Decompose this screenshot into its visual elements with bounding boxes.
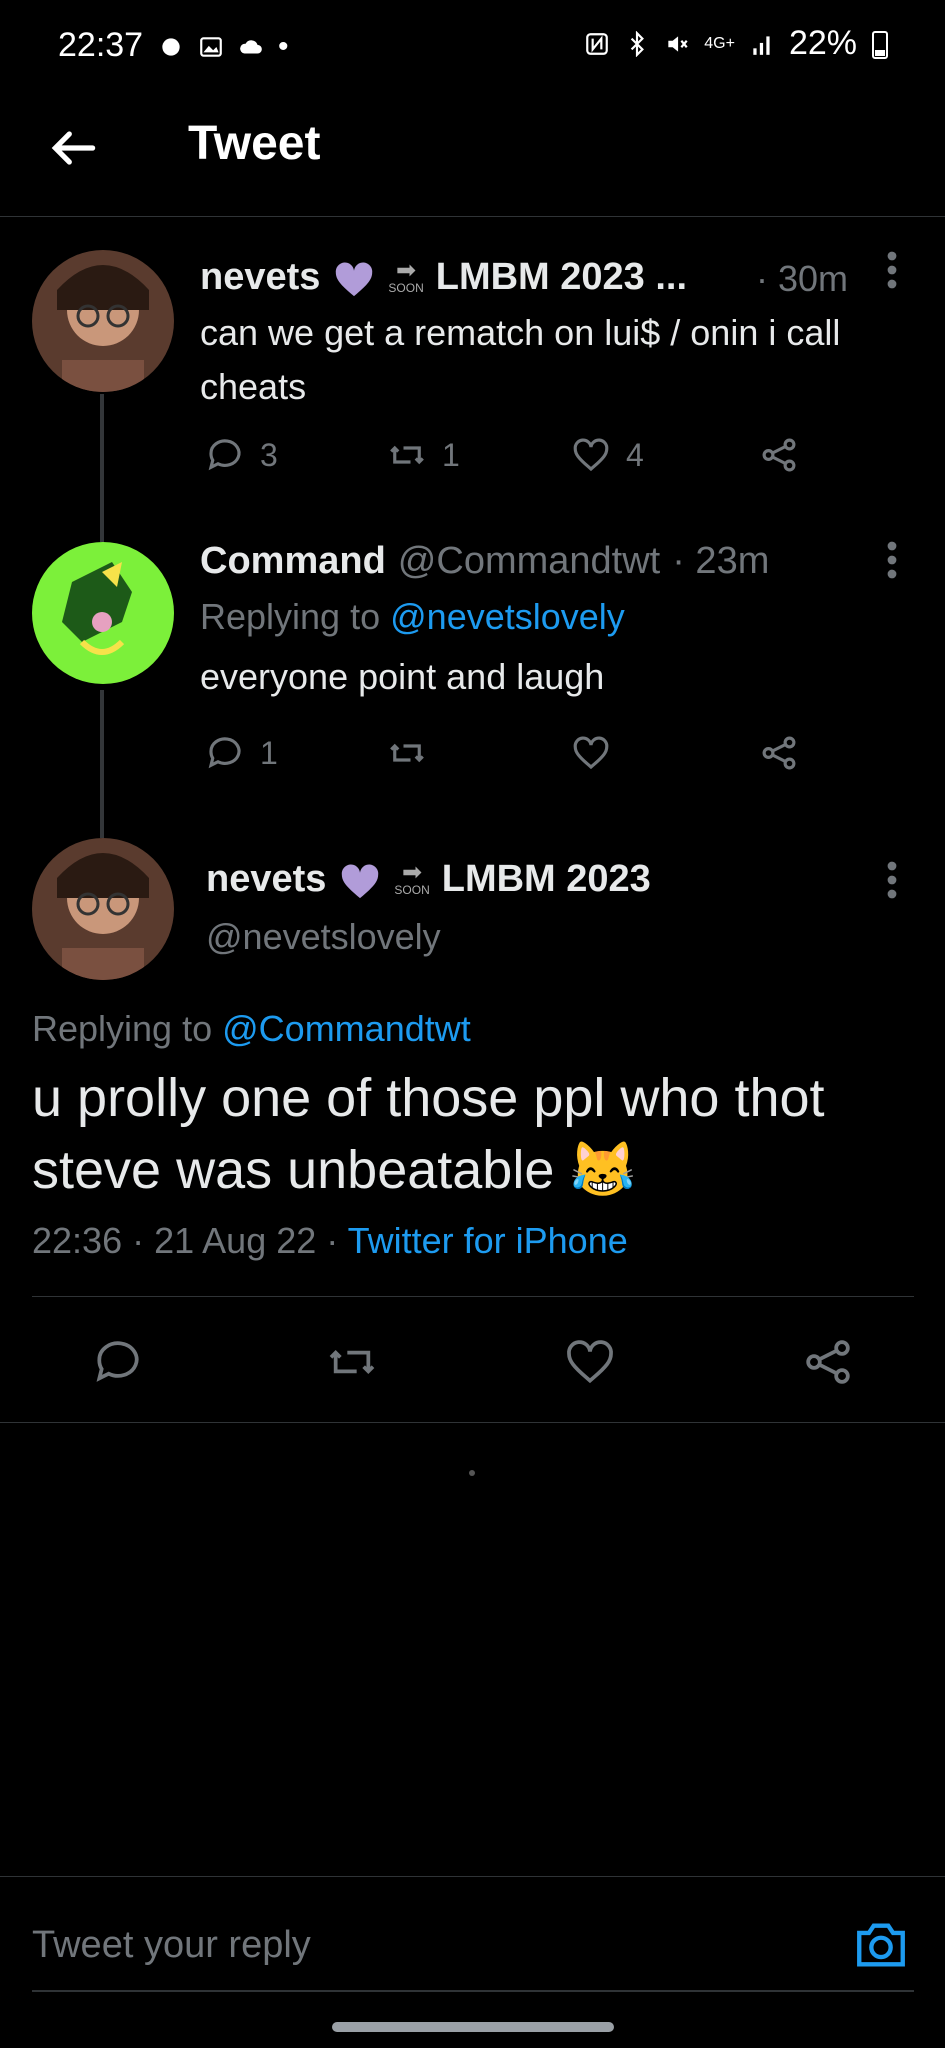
soon-arrow-icon: ➡ SOON	[394, 858, 430, 897]
like-button[interactable]	[570, 732, 612, 774]
retweet-icon	[390, 445, 424, 465]
tweet-source-link[interactable]: Twitter for iPhone	[348, 1220, 628, 1261]
more-options-icon[interactable]	[884, 540, 900, 580]
share-button[interactable]	[758, 732, 800, 774]
tweet-header-2: Command @Commandtwt · 23m	[200, 540, 769, 583]
reply-button[interactable]: 1	[204, 732, 278, 774]
nfc-icon	[586, 32, 609, 55]
avatar-nevets[interactable]	[32, 250, 174, 392]
more-options-icon[interactable]	[884, 860, 900, 900]
dot-icon: •	[278, 30, 289, 63]
reply-input[interactable]: Tweet your reply	[32, 1924, 311, 1967]
purple-heart-icon	[342, 864, 379, 898]
divider	[32, 1296, 914, 1297]
bluetooth-icon	[631, 30, 645, 57]
loading-dot	[469, 1470, 475, 1476]
retweet-button[interactable]	[386, 732, 428, 774]
main-tweet-text: u prolly one of those ppl who thot steve…	[32, 1068, 825, 1200]
status-time: 22:37	[58, 26, 144, 64]
reply-button[interactable]: 3	[204, 434, 278, 476]
tweet-header-1: nevets ➡ SOON LMBM 2023 ...	[200, 256, 687, 299]
replying-handle-link[interactable]: @nevetslovely	[390, 596, 625, 637]
replying-handle-link[interactable]: @Commandtwt	[222, 1008, 471, 1049]
retweet-button[interactable]	[324, 1334, 380, 1390]
main-tweet-header: nevets ➡ SOON LMBM 2023	[206, 858, 651, 901]
soon-arrow-icon: ➡ SOON	[388, 256, 424, 295]
cloud-icon	[240, 40, 262, 54]
name-suffix: LMBM 2023 ...	[435, 256, 688, 298]
status-left-icons: •	[158, 30, 289, 64]
section-divider	[0, 1422, 945, 1423]
notification-icon	[162, 38, 180, 56]
home-indicator[interactable]	[332, 2022, 614, 2032]
reply-button[interactable]	[90, 1334, 146, 1390]
display-name[interactable]: Command	[200, 540, 386, 583]
network-label: 4G+	[704, 34, 735, 52]
tweet-actions: 3 1 4	[204, 434, 824, 482]
battery-percent: 22%	[788, 24, 857, 62]
reply-underline	[32, 1990, 914, 1992]
share-icon	[762, 736, 796, 770]
reply-count: 1	[260, 734, 278, 771]
page-title: Tweet	[188, 117, 321, 170]
like-button[interactable]: 4	[570, 434, 644, 476]
thread-line	[100, 394, 104, 542]
signal-icon	[753, 35, 770, 55]
tweet-time: 22:36	[32, 1220, 123, 1261]
back-arrow-icon[interactable]	[46, 120, 102, 176]
tweet-text: everyone point and laugh	[200, 656, 605, 697]
battery-icon	[872, 30, 888, 59]
heart-icon	[573, 736, 609, 770]
camera-icon[interactable]	[852, 1916, 910, 1974]
main-tweet-meta: 22:36 · 21 Aug 22 · Twitter for iPhone	[32, 1220, 628, 1262]
comment-icon	[208, 439, 241, 471]
share-button[interactable]	[800, 1334, 856, 1390]
main-handle[interactable]: @nevetslovely	[206, 916, 441, 958]
share-button[interactable]	[758, 434, 800, 476]
tweet-date: · 21 Aug 22 ·	[132, 1220, 339, 1261]
main-actions	[0, 1334, 945, 1390]
tweet-text: can we get a rematch on lui$ / onin i ca…	[200, 312, 841, 407]
replying-label: Replying to	[32, 1008, 213, 1049]
thread-line-2	[100, 690, 104, 838]
purple-heart-icon	[336, 262, 373, 296]
retweet-button[interactable]: 1	[386, 434, 460, 476]
tweet-time: · 23m	[672, 540, 770, 582]
replying-label: Replying to	[200, 596, 381, 637]
mute-icon	[668, 35, 688, 52]
status-right-icons: 4G+ 22%	[584, 24, 889, 63]
avatar-command[interactable]	[32, 542, 174, 684]
share-icon	[762, 438, 796, 472]
tweet-actions: 1	[204, 732, 824, 780]
like-count: 4	[626, 436, 644, 473]
image-icon	[200, 37, 222, 57]
top-header: Tweet	[0, 90, 945, 217]
display-name[interactable]: nevets	[200, 256, 320, 299]
name-suffix: LMBM 2023	[441, 858, 651, 900]
tweet-time: · 30m	[756, 258, 849, 299]
handle[interactable]: @Commandtwt	[398, 540, 660, 583]
main-replying-to: Replying to @Commandtwt	[32, 1008, 471, 1050]
display-name[interactable]: nevets	[206, 858, 326, 901]
more-options-icon[interactable]	[884, 250, 900, 290]
reply-count: 3	[260, 436, 278, 473]
retweet-count: 1	[442, 436, 460, 473]
replying-to: Replying to @nevetslovely	[200, 596, 625, 638]
like-button[interactable]	[562, 1334, 618, 1390]
status-bar: 22:37 • 4G+ 22%	[0, 0, 945, 90]
heart-icon	[573, 438, 609, 472]
avatar-nevets-main[interactable]	[32, 838, 174, 980]
comment-icon	[208, 737, 241, 769]
retweet-icon	[390, 743, 424, 763]
